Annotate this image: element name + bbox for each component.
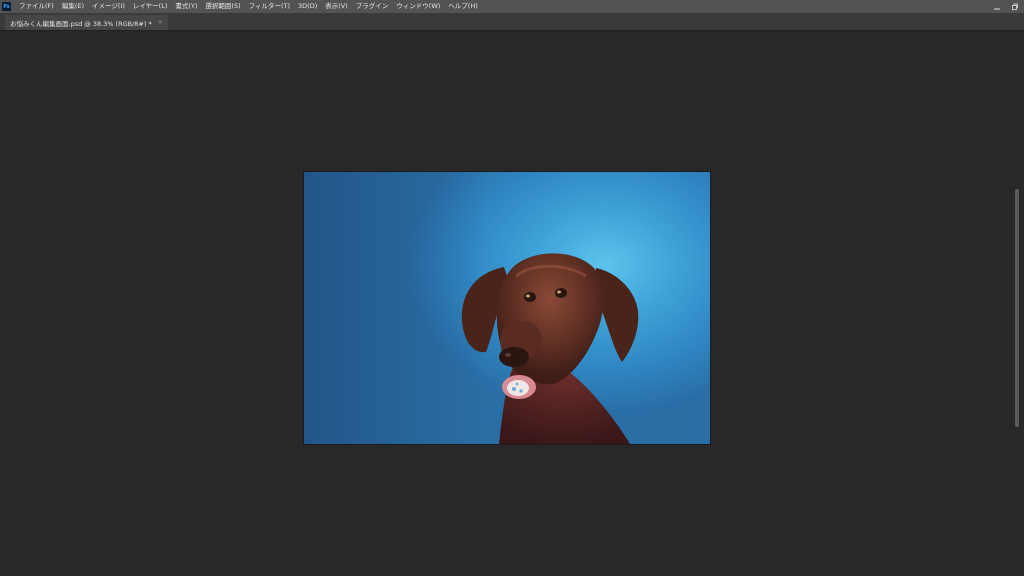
menu-filter[interactable]: フィルター(T) [245,0,294,13]
window-controls [988,0,1024,13]
menu-layer[interactable]: レイヤー(L) [129,0,172,13]
restore-icon [1012,3,1018,10]
dog-photo [304,172,710,444]
menu-edit[interactable]: 編集(E) [58,0,88,13]
document-canvas[interactable] [304,172,710,444]
vertical-scrollbar[interactable] [1015,189,1019,427]
menu-help[interactable]: ヘルプ(H) [444,0,481,13]
menu-type[interactable]: 書式(Y) [171,0,201,13]
document-tab-title: お悩みくん編集画面.psd @ 38.3% (RGB/8#) * [10,19,152,28]
document-tab[interactable]: お悩みくん編集画面.psd @ 38.3% (RGB/8#) * × [5,15,168,30]
menu-3d[interactable]: 3D(D) [294,0,321,13]
document-tab-bar: お悩みくん編集画面.psd @ 38.3% (RGB/8#) * × [0,13,1024,31]
menu-window[interactable]: ウィンドウ(W) [392,0,444,13]
menu-select[interactable]: 選択範囲(S) [201,0,244,13]
menu-bar: Ps ファイル(F) 編集(E) イメージ(I) レイヤー(L) 書式(Y) 選… [0,0,1024,13]
close-icon[interactable]: × [158,19,163,26]
restore-button[interactable] [1006,0,1024,13]
menu-file[interactable]: ファイル(F) [15,0,58,13]
minimize-icon [994,8,1000,9]
menu-image[interactable]: イメージ(I) [88,0,129,13]
menu-view[interactable]: 表示(V) [321,0,352,13]
minimize-button[interactable] [988,0,1006,13]
menu-plugins[interactable]: プラグイン [352,0,393,13]
photoshop-logo-icon[interactable]: Ps [2,2,11,11]
